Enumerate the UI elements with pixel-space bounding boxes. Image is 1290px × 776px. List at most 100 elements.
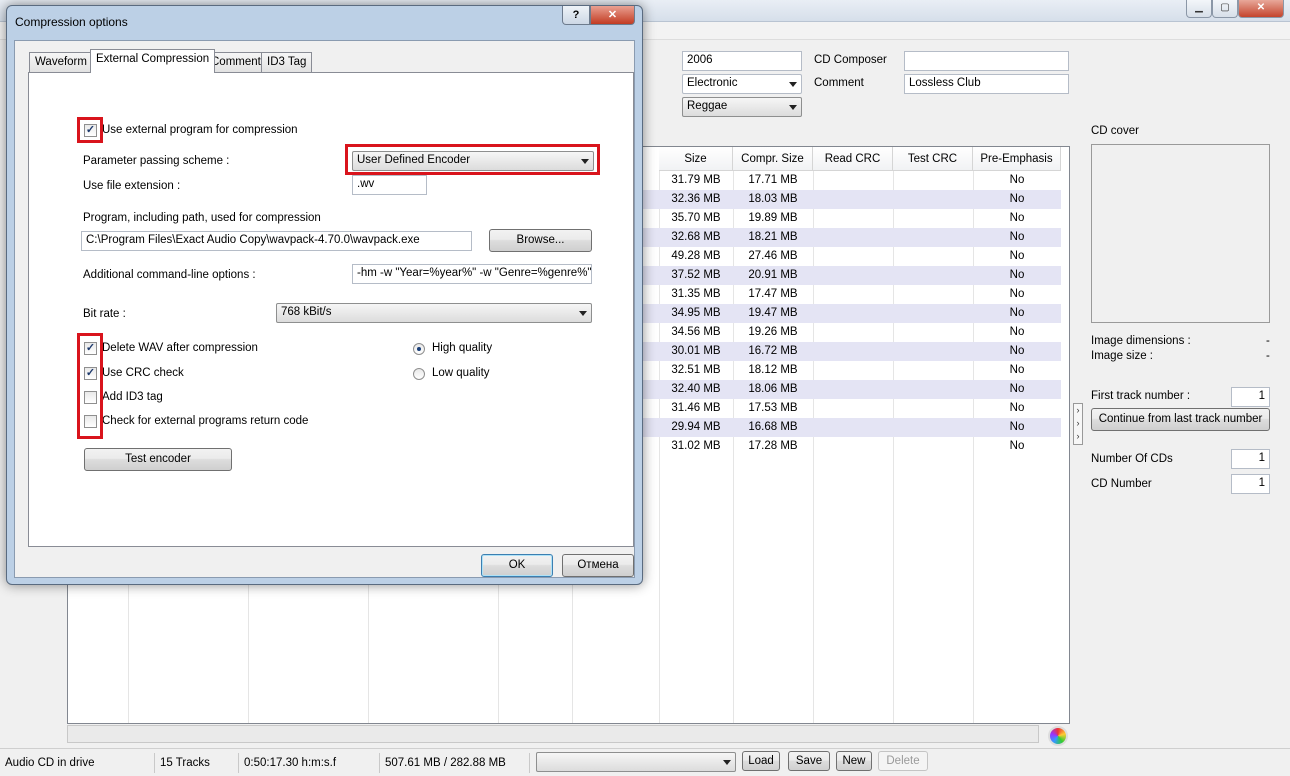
ok-button[interactable]: OK bbox=[481, 554, 553, 577]
first-track-field[interactable]: 1 bbox=[1231, 387, 1270, 407]
cd-number-field[interactable]: 1 bbox=[1231, 474, 1270, 494]
status-bar: Audio CD in drive 15 Tracks 0:50:17.30 h… bbox=[0, 748, 1290, 776]
continue-track-button[interactable]: Continue from last track number bbox=[1091, 408, 1270, 431]
chevron-right-icon: › › › bbox=[1076, 405, 1080, 441]
chevron-down-icon bbox=[723, 760, 731, 765]
high-quality-radio[interactable] bbox=[413, 343, 425, 355]
genre-value: Electronic bbox=[687, 77, 738, 89]
year-field[interactable]: 2006 bbox=[682, 51, 802, 71]
cell-size: 32.36 MB bbox=[671, 193, 721, 205]
column-header-test-crc[interactable]: Test CRC bbox=[893, 147, 973, 171]
cell-size: 34.56 MB bbox=[671, 326, 721, 338]
chevron-down-icon bbox=[789, 105, 797, 110]
cell-compr-size: 16.72 MB bbox=[748, 345, 798, 357]
column-header-pre-emphasis[interactable]: Pre-Emphasis bbox=[973, 147, 1061, 171]
image-dimensions-label: Image dimensions : bbox=[1091, 335, 1191, 347]
cell-size: 29.94 MB bbox=[671, 421, 721, 433]
dialog-client-area: Waveform External Compression Comment ID… bbox=[14, 40, 635, 578]
column-header-size[interactable]: Size bbox=[659, 147, 733, 171]
cell-size: 35.70 MB bbox=[671, 212, 721, 224]
style-value: Reggae bbox=[687, 100, 728, 112]
program-path-field[interactable]: C:\Program Files\Exact Audio Copy\wavpac… bbox=[81, 231, 472, 251]
cell-compr-size: 17.71 MB bbox=[748, 174, 798, 186]
cell-pre-emphasis: No bbox=[1009, 212, 1025, 224]
genre-select[interactable]: Electronic bbox=[682, 74, 802, 94]
external-compression-page: ✓ Use external program for compression P… bbox=[28, 72, 634, 547]
bitrate-select[interactable]: 768 kBit/s bbox=[276, 303, 592, 323]
cd-cover-image[interactable] bbox=[1091, 144, 1270, 323]
cancel-button[interactable]: Отмена bbox=[562, 554, 634, 577]
column-header-compr-size[interactable]: Compr. Size bbox=[733, 147, 813, 171]
highlight-use-external bbox=[77, 117, 103, 143]
crc-check-label: Use CRC check bbox=[102, 367, 184, 379]
test-encoder-button[interactable]: Test encoder bbox=[84, 448, 232, 471]
cd-composer-field[interactable] bbox=[904, 51, 1069, 71]
help-icon[interactable]: ? bbox=[562, 6, 590, 25]
cell-compr-size: 19.89 MB bbox=[748, 212, 798, 224]
save-button[interactable]: Save bbox=[788, 751, 830, 771]
cell-pre-emphasis: No bbox=[1009, 440, 1025, 452]
bitrate-label: Bit rate : bbox=[83, 308, 126, 320]
panel-expand-button[interactable]: › › › bbox=[1073, 403, 1083, 445]
image-size-label: Image size : bbox=[1091, 350, 1153, 362]
cell-size: 37.52 MB bbox=[671, 269, 721, 281]
cell-pre-emphasis: No bbox=[1009, 193, 1025, 205]
cell-pre-emphasis: No bbox=[1009, 269, 1025, 281]
number-of-cds-field[interactable]: 1 bbox=[1231, 449, 1270, 469]
style-select[interactable]: Reggae bbox=[682, 97, 802, 117]
highlight-param-scheme bbox=[345, 144, 600, 175]
cell-size: 31.02 MB bbox=[671, 440, 721, 452]
browse-button[interactable]: Browse... bbox=[489, 229, 592, 252]
close-window-icon[interactable]: ✕ bbox=[1238, 0, 1284, 18]
cmdline-label: Additional command-line options : bbox=[83, 269, 256, 281]
cell-compr-size: 17.53 MB bbox=[748, 402, 798, 414]
close-icon[interactable]: ✕ bbox=[590, 6, 635, 25]
column-header-read-crc[interactable]: Read CRC bbox=[813, 147, 893, 171]
horizontal-scrollbar[interactable] bbox=[67, 725, 1039, 743]
cmdline-field[interactable]: -hm -w "Year=%year%" -w "Genre=%genre%" … bbox=[352, 264, 592, 284]
comment-field[interactable]: Lossless Club bbox=[904, 74, 1069, 94]
tab-external-compression[interactable]: External Compression bbox=[90, 49, 216, 73]
cell-pre-emphasis: No bbox=[1009, 250, 1025, 262]
cell-pre-emphasis: No bbox=[1009, 383, 1025, 395]
tab-id3-tag[interactable]: ID3 Tag bbox=[261, 52, 313, 72]
high-quality-label: High quality bbox=[432, 342, 493, 354]
cell-pre-emphasis: No bbox=[1009, 307, 1025, 319]
cell-compr-size: 18.03 MB bbox=[748, 193, 798, 205]
cd-composer-label: CD Composer bbox=[814, 54, 887, 66]
maximize-icon[interactable]: ▢ bbox=[1212, 0, 1238, 18]
bitrate-value: 768 kBit/s bbox=[281, 306, 332, 318]
profile-select[interactable] bbox=[536, 752, 736, 772]
cell-size: 31.46 MB bbox=[671, 402, 721, 414]
cell-pre-emphasis: No bbox=[1009, 421, 1025, 433]
cell-pre-emphasis: No bbox=[1009, 231, 1025, 243]
first-track-label: First track number : bbox=[1091, 390, 1191, 402]
cell-compr-size: 18.06 MB bbox=[748, 383, 798, 395]
low-quality-radio[interactable] bbox=[413, 368, 425, 380]
cell-compr-size: 27.46 MB bbox=[748, 250, 798, 262]
delete-wav-label: Delete WAV after compression bbox=[102, 342, 258, 354]
minimize-icon[interactable]: ▁ bbox=[1186, 0, 1212, 18]
cell-size: 32.51 MB bbox=[671, 364, 721, 376]
cell-size: 49.28 MB bbox=[671, 250, 721, 262]
cell-pre-emphasis: No bbox=[1009, 326, 1025, 338]
chevron-down-icon bbox=[579, 311, 587, 316]
cell-compr-size: 19.47 MB bbox=[748, 307, 798, 319]
cd-icon[interactable] bbox=[1048, 726, 1068, 746]
cell-pre-emphasis: No bbox=[1009, 174, 1025, 186]
file-extension-field[interactable]: .wv bbox=[352, 175, 427, 195]
cell-compr-size: 17.47 MB bbox=[748, 288, 798, 300]
cd-number-label: CD Number bbox=[1091, 478, 1152, 490]
load-button[interactable]: Load bbox=[742, 751, 780, 771]
dialog-title: Compression options bbox=[15, 15, 128, 29]
new-button[interactable]: New bbox=[836, 751, 872, 771]
image-dimensions-value: - bbox=[1266, 335, 1270, 347]
cell-compr-size: 18.12 MB bbox=[748, 364, 798, 376]
highlight-options bbox=[77, 333, 103, 439]
cell-size: 31.79 MB bbox=[671, 174, 721, 186]
cell-pre-emphasis: No bbox=[1009, 345, 1025, 357]
tab-waveform[interactable]: Waveform bbox=[29, 52, 93, 72]
delete-button[interactable]: Delete bbox=[878, 751, 928, 771]
low-quality-label: Low quality bbox=[432, 367, 490, 379]
cell-compr-size: 17.28 MB bbox=[748, 440, 798, 452]
